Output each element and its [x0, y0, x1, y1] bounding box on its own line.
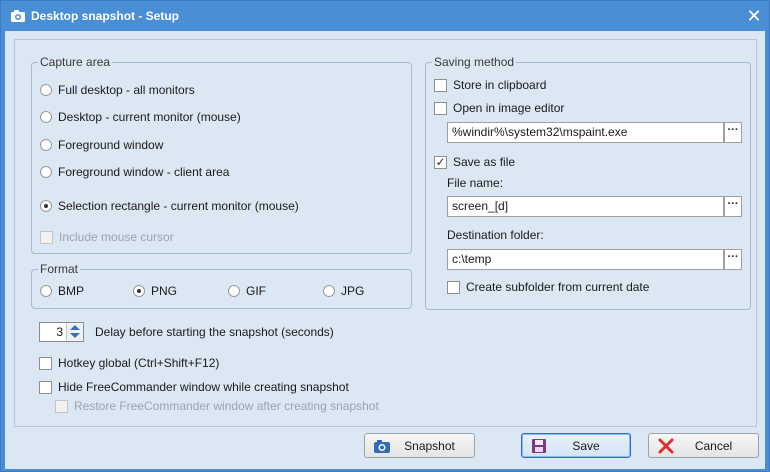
checkbox[interactable]	[434, 101, 447, 115]
radio-full-desktop[interactable]: Full desktop - all monitors	[40, 83, 195, 97]
snapshot-button[interactable]: Snapshot	[364, 433, 475, 458]
radio-label: Desktop - current monitor (mouse)	[58, 110, 241, 124]
spin-up-icon[interactable]	[70, 325, 80, 330]
restore-window-checkbox[interactable]: Restore FreeCommander window after creat…	[55, 399, 379, 413]
radio-button[interactable]	[40, 139, 52, 151]
include-mouse-cursor-checkbox[interactable]: Include mouse cursor	[40, 230, 174, 244]
settings-panel: Capture area Full desktop - all monitors…	[14, 39, 757, 427]
radio-button-selected[interactable]	[40, 200, 52, 212]
image-editor-path-field[interactable]: %windir%\system32\mspaint.exe	[447, 122, 724, 143]
store-in-clipboard-checkbox[interactable]: Store in clipboard	[434, 78, 546, 92]
radio-png[interactable]: PNG	[133, 284, 177, 298]
radio-jpg[interactable]: JPG	[323, 284, 364, 298]
capture-area-legend: Capture area	[38, 55, 113, 69]
radio-button-selected[interactable]	[133, 285, 145, 297]
checkbox[interactable]	[39, 356, 52, 370]
checkbox-label: Save as file	[453, 155, 516, 169]
browse-destination-folder-button[interactable]: ···	[724, 249, 742, 270]
cancel-button[interactable]: Cancel	[648, 433, 759, 458]
radio-bmp[interactable]: BMP	[40, 284, 84, 298]
checkbox-label: Create subfolder from current date	[466, 280, 650, 294]
window-title: Desktop snapshot - Setup	[31, 9, 180, 23]
spinner-buttons[interactable]	[66, 323, 83, 341]
radio-label: BMP	[58, 284, 85, 298]
destination-folder-label: Destination folder:	[447, 228, 544, 242]
file-name-field[interactable]: screen_[d]	[447, 196, 724, 217]
radio-desktop-current-monitor[interactable]: Desktop - current monitor (mouse)	[40, 110, 241, 124]
radio-foreground-window[interactable]: Foreground window	[40, 138, 163, 152]
camera-icon	[10, 9, 26, 23]
radio-label: Foreground window - client area	[58, 165, 230, 179]
close-icon[interactable]: ✕	[745, 7, 763, 25]
format-group: Format BMP PNG GIF JPG	[31, 262, 412, 309]
checkbox-label: Store in clipboard	[453, 78, 547, 92]
radio-label: GIF	[246, 284, 266, 298]
radio-label: Foreground window	[58, 138, 164, 152]
save-as-file-checkbox[interactable]: Save as file	[434, 155, 515, 169]
checkbox-checked[interactable]	[434, 155, 447, 169]
save-button[interactable]: Save	[521, 433, 631, 458]
radio-button[interactable]	[40, 166, 52, 178]
format-legend: Format	[38, 262, 81, 276]
radio-foreground-client-area[interactable]: Foreground window - client area	[40, 165, 229, 179]
saving-method-legend: Saving method	[432, 55, 517, 69]
browse-image-editor-button[interactable]: ···	[724, 122, 742, 143]
checkbox[interactable]	[55, 399, 68, 413]
checkbox-label: Hotkey global (Ctrl+Shift+F12)	[58, 356, 220, 370]
dialog-client-area: Capture area Full desktop - all monitors…	[5, 31, 765, 469]
save-button-label: Save	[572, 438, 600, 453]
checkbox-label: Include mouse cursor	[59, 230, 174, 244]
radio-label: JPG	[341, 284, 365, 298]
checkbox[interactable]	[39, 380, 52, 394]
hide-window-checkbox[interactable]: Hide FreeCommander window while creating…	[39, 380, 349, 394]
hotkey-global-checkbox[interactable]: Hotkey global (Ctrl+Shift+F12)	[39, 356, 219, 370]
snapshot-button-label: Snapshot	[404, 438, 455, 453]
destination-folder-field[interactable]: c:\temp	[447, 249, 724, 270]
checkbox[interactable]	[40, 230, 53, 244]
checkbox[interactable]	[434, 78, 447, 92]
file-name-label: File name:	[447, 176, 504, 190]
checkbox[interactable]	[447, 280, 460, 294]
delay-spinner[interactable]: 3	[39, 322, 84, 342]
delay-value[interactable]: 3	[56, 325, 63, 339]
radio-button[interactable]	[323, 285, 335, 297]
radio-gif[interactable]: GIF	[228, 284, 266, 298]
spin-down-icon[interactable]	[70, 333, 80, 338]
radio-button[interactable]	[228, 285, 240, 297]
radio-selection-rectangle[interactable]: Selection rectangle - current monitor (m…	[40, 199, 299, 213]
radio-button[interactable]	[40, 111, 52, 123]
capture-area-group: Capture area Full desktop - all monitors…	[31, 55, 412, 254]
cancel-button-label: Cancel	[694, 438, 733, 453]
title-bar[interactable]: Desktop snapshot - Setup ✕	[1, 1, 769, 31]
browse-file-name-button[interactable]: ···	[724, 196, 742, 217]
radio-label: PNG	[151, 284, 178, 298]
radio-label: Selection rectangle - current monitor (m…	[58, 199, 299, 213]
create-subfolder-checkbox[interactable]: Create subfolder from current date	[447, 280, 649, 294]
radio-label: Full desktop - all monitors	[58, 83, 195, 97]
dialog-window: Desktop snapshot - Setup ✕ Capture area …	[0, 0, 770, 472]
open-in-image-editor-checkbox[interactable]: Open in image editor	[434, 101, 564, 115]
delay-label: Delay before starting the snapshot (seco…	[95, 325, 334, 339]
checkbox-label: Open in image editor	[453, 101, 565, 115]
checkbox-label: Hide FreeCommander window while creating…	[58, 380, 349, 394]
checkbox-label: Restore FreeCommander window after creat…	[74, 399, 379, 413]
radio-button[interactable]	[40, 285, 52, 297]
saving-method-group: Saving method Store in clipboard Open in…	[425, 55, 751, 310]
radio-button[interactable]	[40, 84, 52, 96]
